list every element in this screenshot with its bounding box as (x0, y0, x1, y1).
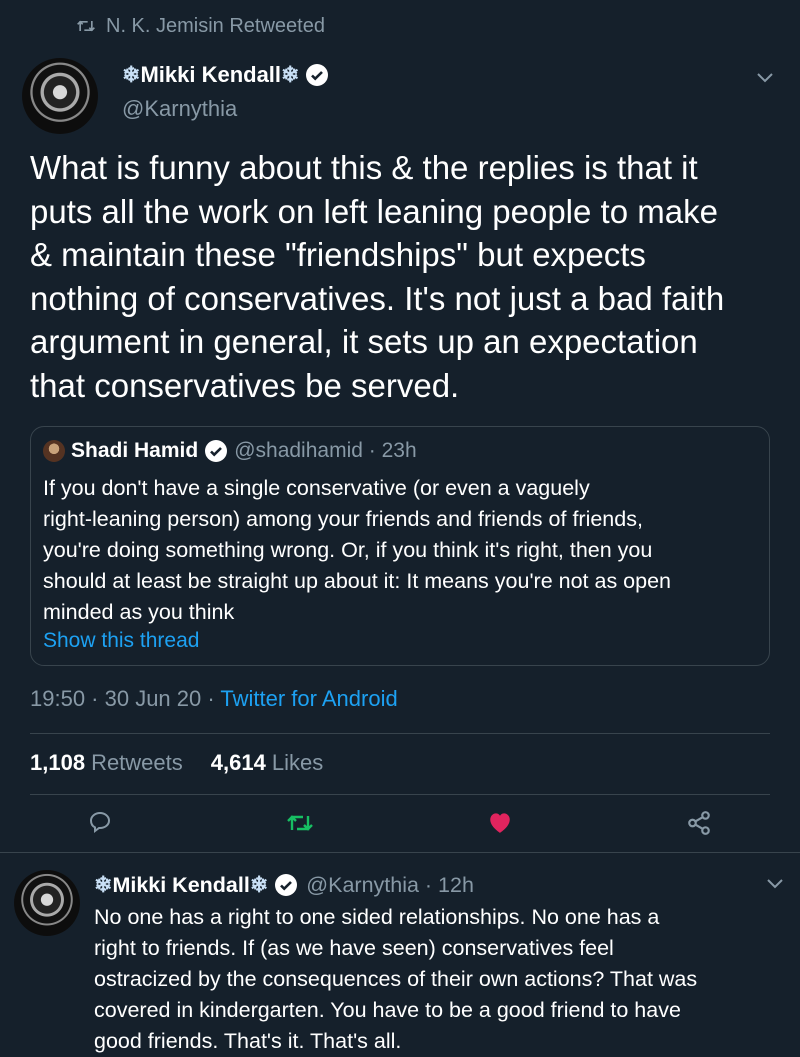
quoted-tweet-card[interactable]: Shadi Hamid @shadihamid · 23h If you don… (30, 426, 770, 666)
tweet-stats: 1,108 Retweets 4,614 Likes (30, 750, 323, 776)
snowflake-emoji-icon: ❄ (122, 62, 141, 87)
reply-author-avatar[interactable] (14, 870, 80, 936)
retweet-small-icon (77, 20, 95, 32)
likes-count: 4,614 (210, 750, 266, 775)
author-name: Mikki Kendall (140, 62, 282, 87)
author-avatar[interactable] (22, 58, 98, 134)
tweet-text: What is funny about this & the replies i… (30, 149, 725, 404)
retweet-icon[interactable] (286, 812, 314, 834)
author-name-row[interactable]: ❄ Mikki Kendall ❄ (122, 62, 329, 88)
reply-handle-time: @Karnythia · 12h (306, 872, 474, 897)
divider (0, 852, 800, 853)
retweets-label: Retweets (91, 750, 183, 775)
retweets-stat[interactable]: 1,108 Retweets (30, 750, 183, 776)
chevron-down-icon[interactable] (756, 72, 774, 84)
like-icon[interactable] (487, 810, 513, 834)
share-icon[interactable] (686, 810, 712, 836)
quoted-author-name: Shadi Hamid (71, 439, 199, 462)
tweet-timestamp: 19:50 · 30 Jun 20 · (30, 686, 221, 711)
reply-author-row[interactable]: ❄ Mikki Kendall ❄ @Karnythia · 12h (94, 872, 474, 898)
verified-badge-icon (275, 874, 298, 896)
likes-label: Likes (271, 750, 324, 775)
show-thread-link[interactable]: Show this thread (43, 629, 199, 653)
author-handle[interactable]: @Karnythia (122, 96, 237, 122)
divider (30, 733, 770, 734)
reply-icon[interactable] (88, 810, 112, 834)
tweet-source-link[interactable]: Twitter for Android (220, 686, 397, 711)
verified-badge-icon (306, 64, 329, 86)
chevron-down-icon[interactable] (766, 878, 784, 890)
snowflake-emoji-icon: ❄ (249, 872, 269, 897)
retweeted-by-text: N. K. Jemisin Retweeted (106, 14, 325, 37)
reply-author-name: Mikki Kendall (112, 872, 250, 897)
verified-badge-icon (205, 440, 228, 462)
quoted-handle-time: @shadihamid · 23h (234, 439, 417, 462)
likes-stat[interactable]: 4,614 Likes (211, 750, 323, 776)
divider (30, 794, 770, 795)
retweets-count: 1,108 (30, 750, 86, 775)
snowflake-emoji-icon: ❄ (281, 62, 300, 87)
reply-tweet-text: No one has a right to one sided relation… (94, 905, 698, 1053)
timestamp-row: 19:50 · 30 Jun 20 · Twitter for Android (30, 686, 398, 712)
snowflake-emoji-icon: ❄ (94, 872, 113, 897)
retweeted-banner: N. K. Jemisin Retweeted (76, 12, 325, 40)
quoted-author-avatar (43, 440, 65, 462)
quoted-author-row: Shadi Hamid @shadihamid · 23h (43, 439, 417, 463)
quoted-tweet-text: If you don't have a single conservative … (43, 476, 672, 624)
